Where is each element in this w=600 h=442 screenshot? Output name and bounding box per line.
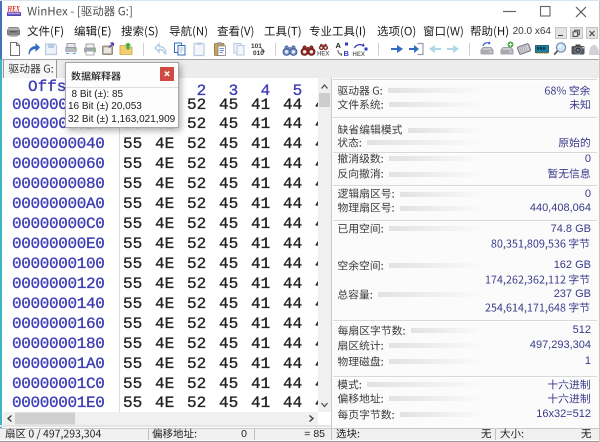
svg-text:HEX: HEX xyxy=(7,5,20,14)
svg-text:B: B xyxy=(343,49,349,57)
svg-text:HEX: HEX xyxy=(317,52,329,58)
svg-text:A: A xyxy=(335,41,341,50)
svg-text:HEX: HEX xyxy=(353,52,365,57)
svg-text:101: 101 xyxy=(251,43,262,50)
